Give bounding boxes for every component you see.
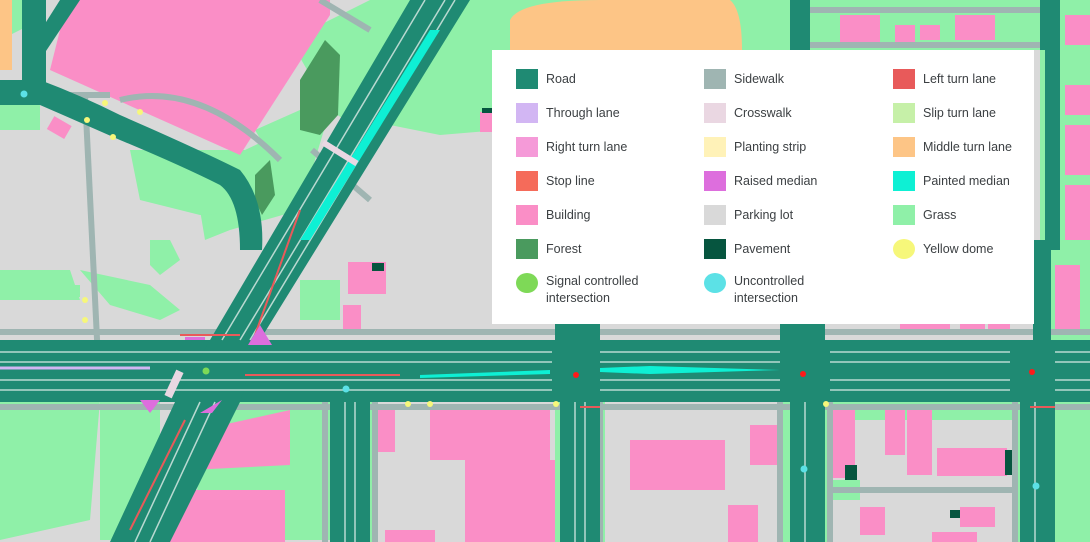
legend-label-pavement: Pavement [734,242,791,256]
legend-swatch-stop-line [516,171,538,191]
legend-item-slip-turn-lane: Slip turn lane [893,103,996,123]
legend-label-right-turn-lane: Right turn lane [546,140,628,154]
legend-swatch-parking-lot [704,205,726,225]
legend-item-sidewalk: Sidewalk [704,69,784,89]
legend-label-planting-strip: Planting strip [734,140,807,154]
legend-swatch-sidewalk [704,69,726,89]
legend-item-parking-lot: Parking lot [704,205,793,225]
legend-label-yellow-dome: Yellow dome [923,242,994,256]
legend-swatch-crosswalk [704,103,726,123]
legend-swatch-forest [516,239,538,259]
legend-swatch-uncontrolled-intersection [704,273,726,293]
legend-label-grass: Grass [923,208,957,222]
legend-item-left-turn-lane: Left turn lane [893,69,996,89]
legend-item-middle-turn-lane: Middle turn lane [893,137,1012,157]
legend-label-through-lane: Through lane [546,106,620,120]
legend-label-parking-lot: Parking lot [734,208,794,222]
legend-swatch-through-lane [516,103,538,123]
legend-swatch-raised-median [704,171,726,191]
legend-item-road: Road [516,69,576,89]
legend-item-grass: Grass [893,205,956,225]
legend-label-raised-median: Raised median [734,174,818,188]
legend-item-painted-median: Painted median [893,171,1010,191]
legend-item-pavement: Pavement [704,239,790,259]
legend-swatch-right-turn-lane [516,137,538,157]
legend-swatch-painted-median [893,171,915,191]
legend-item-right-turn-lane: Right turn lane [516,137,627,157]
legend-label-painted-median: Painted median [923,174,1010,188]
legend-swatch-signal-controlled-intersection [516,273,538,293]
legend-label-uncontrolled-intersection: Uncontrolled intersection [734,274,805,305]
legend-label-signal-controlled-intersection: Signal controlled intersection [546,274,639,305]
legend-item-raised-median: Raised median [704,171,817,191]
legend-swatch-yellow-dome [893,239,915,259]
legend-item-uncontrolled-intersection: Uncontrolled intersection [704,273,864,307]
legend-label-crosswalk: Crosswalk [734,106,792,120]
legend-item-yellow-dome: Yellow dome [893,239,993,259]
legend-label-left-turn-lane: Left turn lane [923,72,996,86]
legend-swatch-road [516,69,538,89]
legend-swatch-slip-turn-lane [893,103,915,123]
legend-swatch-planting-strip [704,137,726,157]
legend-label-stop-line: Stop line [546,174,595,188]
legend-label-building: Building [546,208,591,222]
legend-label-sidewalk: Sidewalk [734,72,785,86]
legend-item-planting-strip: Planting strip [704,137,806,157]
legend-item-forest: Forest [516,239,581,259]
legend-swatch-middle-turn-lane [893,137,915,157]
legend-item-crosswalk: Crosswalk [704,103,792,123]
legend-swatch-building [516,205,538,225]
legend-item-stop-line: Stop line [516,171,595,191]
legend-label-forest: Forest [546,242,582,256]
legend-item-building: Building [516,205,590,225]
legend-swatch-grass [893,205,915,225]
legend-label-road: Road [546,72,576,86]
legend-item-signal-controlled-intersection: Signal controlled intersection [516,273,676,307]
legend-swatch-left-turn-lane [893,69,915,89]
legend-label-middle-turn-lane: Middle turn lane [923,140,1012,154]
legend-item-through-lane: Through lane [516,103,620,123]
legend-label-slip-turn-lane: Slip turn lane [923,106,996,120]
map-legend: Road Sidewalk Left turn lane Through lane Cr… [492,50,1034,324]
legend-swatch-pavement [704,239,726,259]
